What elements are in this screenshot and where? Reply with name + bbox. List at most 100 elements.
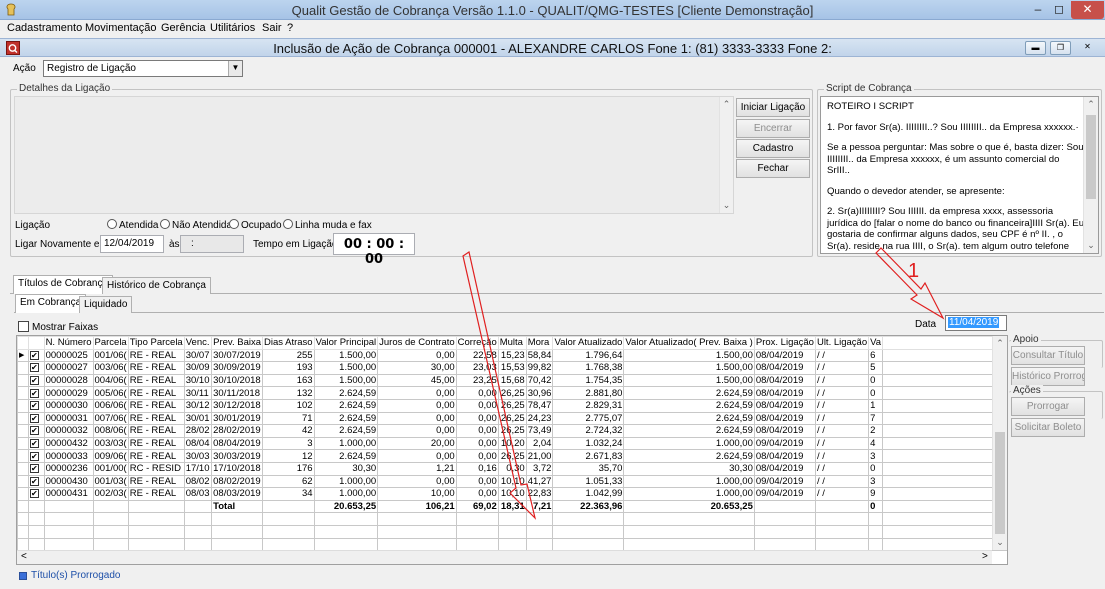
row-checkbox[interactable]: ✔ [29,451,39,461]
row-checkbox-cell[interactable]: ✔ [27,361,45,375]
col-va[interactable]: Va [868,336,884,350]
inner-minimize-button[interactable]: ▬ [1025,41,1046,55]
scroll-down-icon[interactable]: ⌄ [720,200,733,211]
chevron-down-icon[interactable]: ▼ [228,61,242,76]
mostrar-faixas-checkbox[interactable] [18,321,29,332]
table-row[interactable]: ✔ 00000033 009/06(RE - REAL 30/03 30/03/2019… [17,449,1007,463]
row-checkbox-cell[interactable]: ✔ [27,487,45,501]
table-row[interactable]: ✔ 00000431 002/03(RE - REAL 08/03 08/03/2019… [17,487,1007,501]
tab-historico-cobranca[interactable]: Histórico de Cobrança [102,277,211,294]
ligar-novamente-time[interactable]: : [180,235,244,253]
row-checkbox[interactable]: ✔ [29,350,39,360]
scroll-left-icon[interactable]: < [21,551,27,562]
detalhes-scrollbar[interactable]: ⌃ ⌄ [719,97,733,213]
row-checkbox-cell[interactable]: ✔ [27,411,45,426]
radio-nao-atendida[interactable]: Não Atendida [160,219,232,231]
col-valor-principal[interactable]: Valor Principal [313,336,379,350]
scroll-thumb[interactable] [1086,115,1096,199]
grid-vscrollbar[interactable]: ⌃ ⌄ [992,336,1007,550]
row-checkbox-cell[interactable]: ✔ [27,449,45,463]
script-scrollbar[interactable]: ⌃ ⌄ [1083,97,1098,253]
close-button[interactable]: ✕ [1071,1,1104,19]
col-valor-atualizado-prev[interactable]: Valor Atualizado( Prev. Baixa ) [623,336,755,350]
col-valor-atualizado[interactable]: Valor Atualizado [552,336,625,350]
radio-atendida[interactable]: Atendida [107,219,158,231]
row-checkbox[interactable]: ✔ [29,439,39,449]
col-n-numero[interactable]: N. Número [43,336,94,350]
table-row[interactable]: ✔ 00000032 008/06(RE - REAL 28/02 28/02/2019… [17,424,1007,438]
table-row[interactable]: ✔ 00000236 001/00(RC - RESID 17/10 17/10/201… [17,461,1007,476]
col-juros-contrato[interactable]: Juros de Contrato [377,336,457,350]
menu-cadastramento[interactable]: Cadastramento [7,22,82,34]
row-checkbox-cell[interactable]: ✔ [27,461,45,476]
col-venc[interactable]: Venc. [183,336,213,350]
row-checkbox-cell[interactable]: ✔ [27,348,45,363]
col-parcela[interactable]: Parcela [92,336,129,350]
inner-close-button[interactable]: ✕ [1077,41,1098,55]
titulos-grid[interactable]: N. Número Parcela Tipo Parcela Venc. Pre… [16,335,1008,565]
row-checkbox[interactable]: ✔ [29,489,39,499]
col-dias-atraso[interactable]: Dias Atraso [262,336,315,350]
col-correcao[interactable]: Correção [455,336,499,350]
menu-utilitarios[interactable]: Utilitários [210,22,255,34]
row-checkbox[interactable]: ✔ [29,476,39,486]
row-checkbox-cell[interactable]: ✔ [27,424,45,438]
row-checkbox[interactable]: ✔ [29,388,39,398]
table-row[interactable]: ✔ 00000029 005/06(RE - REAL 30/11 30/11/2018… [17,386,1007,400]
minimize-button[interactable]: – [1028,1,1048,19]
table-row[interactable]: ✔ 00000027 003/06(RE - REAL 30/09 30/09/2019… [17,361,1007,375]
table-row[interactable]: ✔ 00000030 006/06(RE - REAL 30/12 30/12/2018… [17,398,1007,413]
menu-sair[interactable]: Sair [262,22,282,34]
row-checkbox-cell[interactable]: ✔ [27,386,45,400]
solicitar-boleto-button[interactable]: Solicitar Boleto [1011,418,1085,437]
tab-titulos-cobranca[interactable]: Títulos de Cobrança [13,275,114,294]
row-checkbox[interactable]: ✔ [29,376,39,386]
scroll-up-icon[interactable]: ⌃ [1084,99,1098,110]
table-row[interactable]: ✔ 00000432 003/03(RE - REAL 08/04 08/04/2019… [17,436,1007,451]
grid-hscrollbar[interactable]: < > [17,550,992,564]
scroll-up-icon[interactable]: ⌃ [720,99,733,110]
col-multa[interactable]: Multa [497,336,527,350]
row-checkbox[interactable]: ✔ [29,401,39,411]
encerrar-ligacao-button[interactable]: Encerrar Ligação [736,119,810,151]
table-row[interactable]: ✔ 00000028 004/06(RE - REAL 30/10 30/10/2018… [17,373,1007,388]
row-checkbox[interactable]: ✔ [29,413,39,423]
row-checkbox-cell[interactable]: ✔ [27,373,45,388]
consultar-titulo-button[interactable]: Consultar Título [1011,346,1085,365]
col-mora[interactable]: Mora [525,336,554,350]
col-prev-baixa[interactable]: Prev. Baixa [211,336,264,350]
col-prox-ligacao[interactable]: Prox. Ligação [753,336,816,350]
menu-movimentacao[interactable]: Movimentação [85,22,157,34]
prorrogar-titulos-button[interactable]: Prorrogar Títulos [1011,397,1085,429]
scroll-right-icon[interactable]: > [982,551,988,562]
historico-prorrogacao-button[interactable]: Histórico Prorrogaç [1011,367,1085,386]
table-row[interactable]: ✔ 00000031 007/06(RE - REAL 30/01 30/01/2019… [17,411,1007,426]
table-row[interactable]: ✔ 00000430 001/03(RE - REAL 08/02 08/02/2019… [17,474,1007,489]
inner-restore-button[interactable]: ❐ [1050,41,1071,55]
script-text[interactable]: ROTEIRO I SCRIPT 1. Por favor Sr(a). III… [820,96,1099,254]
scroll-up-icon[interactable]: ⌃ [993,338,1007,349]
radio-linha-muda[interactable]: Linha muda e fax [283,219,372,231]
menu-help[interactable]: ? [287,22,293,34]
tab-liquidado[interactable]: Liquidado [79,296,133,313]
acao-select[interactable]: Registro de Ligação ▼ [43,60,243,77]
scroll-down-icon[interactable]: ⌄ [993,537,1007,548]
scroll-thumb[interactable] [995,432,1005,534]
menu-gerencia[interactable]: Gerência [161,22,206,34]
col-tipo-parcela[interactable]: Tipo Parcela [127,336,185,350]
row-checkbox-cell[interactable]: ✔ [27,436,45,451]
row-checkbox-cell[interactable]: ✔ [27,474,45,489]
row-checkbox[interactable]: ✔ [29,464,39,474]
fechar-button[interactable]: Fechar [736,159,810,178]
row-checkbox[interactable]: ✔ [29,426,39,436]
data-field[interactable]: 11/04/2019 [945,315,1007,331]
detalhes-textarea[interactable] [14,96,734,214]
maximize-button[interactable]: ◻ [1049,1,1069,19]
cadastro-button[interactable]: Cadastro [736,139,810,158]
ligar-novamente-date[interactable]: 12/04/2019 [100,235,164,253]
scroll-down-icon[interactable]: ⌄ [1084,240,1098,251]
row-checkbox[interactable]: ✔ [29,363,39,373]
tab-em-cobranca[interactable]: Em Cobrança [15,294,87,313]
table-row[interactable]: ▶ ✔ 00000025 001/06(RE - REAL 30/07 30/07/201… [17,348,1007,363]
radio-ocupado[interactable]: Ocupado [229,219,282,231]
